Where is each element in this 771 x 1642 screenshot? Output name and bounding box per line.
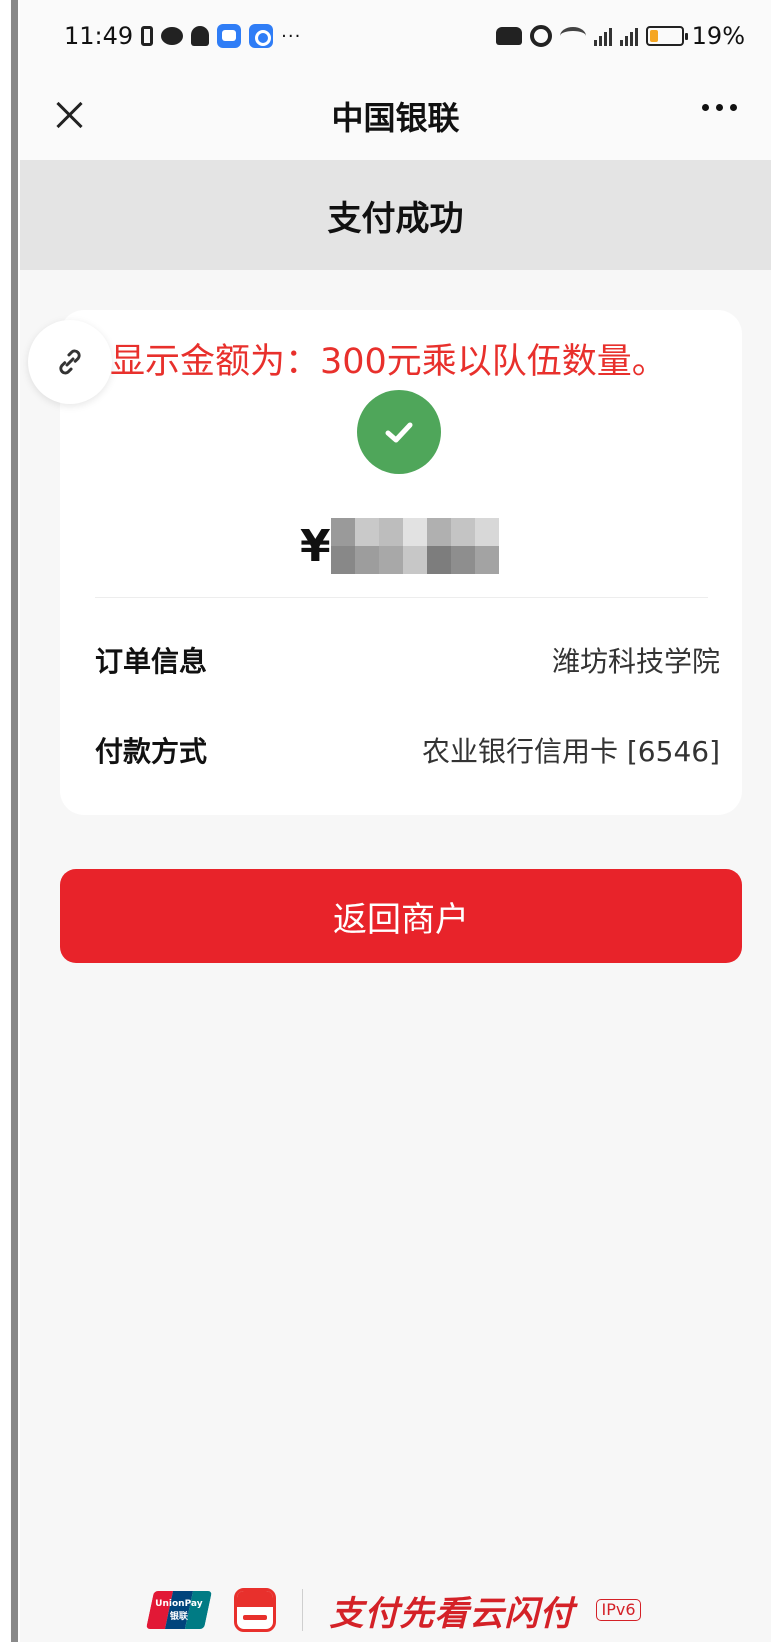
card-divider [95, 597, 708, 598]
driving-mode-icon [495, 27, 522, 45]
order-info-label: 订单信息 [95, 645, 208, 678]
status-right: 19% [495, 22, 745, 50]
footer-slogan: 支付先看云闪付 [329, 1593, 575, 1634]
order-info-value: 潍坊科技学院 [551, 645, 720, 678]
close-icon[interactable] [48, 94, 92, 138]
bell-icon [191, 26, 210, 46]
wifi-icon [559, 27, 586, 45]
result-header: 支付成功 [20, 160, 771, 270]
screen: 11:49 ··· 19% 中国银联 支付成功 显示金额为：300元乘以队伍数量… [20, 0, 771, 1642]
success-icon [357, 390, 441, 474]
nav-bar: 中国银联 [20, 72, 771, 160]
unionpay-logo-text: UnionPay 银联 [155, 1599, 204, 1622]
battery-percent: 19% [691, 22, 745, 50]
amount-redacted [330, 518, 499, 574]
left-edge [0, 0, 20, 1642]
alarm-icon [529, 25, 552, 47]
more-notifications-icon: ··· [281, 25, 302, 47]
link-button[interactable] [28, 320, 112, 404]
page-title: 支付成功 [327, 198, 464, 239]
cloud-quickpass-logo [234, 1588, 277, 1632]
currency-symbol: ¥ [300, 520, 331, 572]
status-time: 11:49 [64, 22, 134, 50]
signal-4g-icon [619, 26, 638, 46]
check-icon [385, 422, 413, 443]
search-app-icon [249, 24, 274, 48]
phone-icon [141, 26, 154, 46]
payment-amount: ¥ [300, 516, 499, 576]
signal-3g-icon [593, 26, 612, 46]
ipv6-badge: IPv6 [596, 1599, 641, 1621]
more-icon[interactable] [702, 104, 737, 111]
payment-method-label: 付款方式 [95, 735, 208, 768]
app-notification-icon [217, 24, 242, 48]
link-icon [59, 349, 81, 375]
chat-icon [161, 27, 184, 45]
payment-method-value: 农业银行信用卡 [6546] [421, 735, 720, 768]
unionpay-logo: UnionPay 银联 [146, 1591, 213, 1629]
battery-icon [645, 26, 688, 46]
footer-separator [302, 1589, 304, 1631]
footer-brand: UnionPay 银联 支付先看云闪付 IPv6 [20, 1585, 771, 1635]
status-bar: 11:49 ··· 19% [20, 0, 771, 72]
nav-title: 中国银联 [331, 99, 460, 137]
amount-annotation: 显示金额为：300元乘以队伍数量。 [110, 342, 667, 382]
return-to-merchant-button[interactable]: 返回商户 [60, 869, 742, 963]
status-left: 11:49 ··· [64, 22, 301, 50]
